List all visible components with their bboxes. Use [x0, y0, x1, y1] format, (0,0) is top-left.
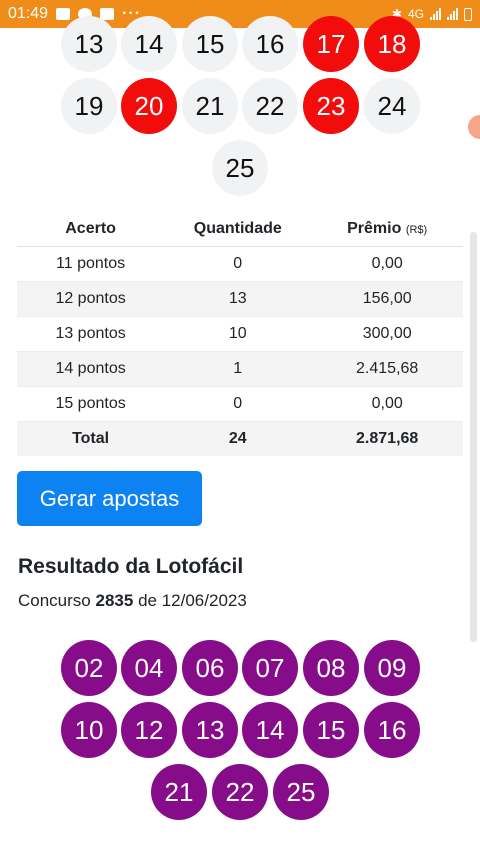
drawn-number-ball: 20	[121, 78, 177, 134]
table-row: 15 pontos 0 0,00	[17, 386, 463, 422]
result-title: Resultado da Lotofácil	[18, 555, 244, 578]
drawn-number-ball: 17	[303, 16, 359, 72]
number-ball: 14	[121, 16, 177, 72]
cell-acerto: 15 pontos	[17, 386, 165, 422]
cell-quantidade: 0	[164, 386, 312, 422]
scrollbar[interactable]	[470, 232, 477, 642]
drawn-number-ball: 23	[303, 78, 359, 134]
number-ball: 24	[364, 78, 420, 134]
number-ball: 15	[182, 16, 238, 72]
table-row: 12 pontos 13 156,00	[17, 281, 463, 317]
result-number-ball: 25	[273, 764, 329, 820]
header-quantidade: Quantidade	[164, 212, 312, 247]
battery-icon	[464, 7, 472, 21]
floating-bubble[interactable]	[468, 115, 480, 139]
generate-bets-button[interactable]: Gerar apostas	[17, 471, 202, 526]
gallery-icon	[100, 8, 115, 20]
contest-number: 2835	[95, 591, 134, 610]
video-camera-icon	[56, 8, 71, 20]
total-premio: 2.871,68	[311, 421, 463, 456]
header-premio: Prêmio (R$)	[311, 212, 463, 247]
table-header-row: Acerto Quantidade Prêmio (R$)	[17, 212, 463, 247]
cell-quantidade: 13	[164, 281, 312, 317]
result-number-ball: 14	[242, 702, 298, 758]
result-number-ball: 04	[121, 640, 177, 696]
header-premio-unit: (R$)	[405, 224, 428, 236]
number-ball: 19	[61, 78, 117, 134]
prize-table: Acerto Quantidade Prêmio (R$) 11 pontos …	[17, 212, 463, 456]
total-quantidade: 24	[164, 421, 312, 456]
table-row: 11 pontos 0 0,00	[17, 246, 463, 282]
table-total-row: Total 24 2.871,68	[17, 421, 463, 456]
result-number-ball: 08	[303, 640, 359, 696]
result-number-ball: 02	[61, 640, 117, 696]
result-number-ball: 15	[303, 702, 359, 758]
number-ball: 16	[242, 16, 298, 72]
cell-acerto: 12 pontos	[17, 281, 165, 317]
header-acerto: Acerto	[17, 212, 165, 247]
table-row: 13 pontos 10 300,00	[17, 316, 463, 352]
cell-premio: 156,00	[311, 281, 463, 317]
number-ball: 22	[242, 78, 298, 134]
contest-prefix: Concurso	[18, 591, 91, 610]
number-ball: 21	[182, 78, 238, 134]
result-number-ball: 22	[212, 764, 268, 820]
cell-quantidade: 1	[164, 351, 312, 387]
contest-line: Concurso 2835 de 12/06/2023	[18, 591, 247, 611]
drawn-number-ball: 18	[364, 16, 420, 72]
cell-acerto: 11 pontos	[17, 246, 165, 282]
total-label: Total	[17, 421, 165, 456]
date-prefix: de	[138, 591, 157, 610]
cell-premio: 2.415,68	[311, 351, 463, 387]
status-time: 01:49	[8, 5, 49, 22]
result-number-ball: 16	[364, 702, 420, 758]
signal-icon-2	[447, 8, 458, 20]
contest-date: 12/06/2023	[161, 591, 247, 610]
cell-premio: 0,00	[311, 386, 463, 422]
cell-quantidade: 0	[164, 246, 312, 282]
signal-icon	[430, 8, 441, 20]
cell-acerto: 14 pontos	[17, 351, 165, 387]
cell-premio: 300,00	[311, 316, 463, 352]
header-premio-label: Prêmio	[347, 220, 402, 237]
table-row: 14 pontos 1 2.415,68	[17, 351, 463, 387]
cell-acerto: 13 pontos	[17, 316, 165, 352]
result-number-ball: 07	[242, 640, 298, 696]
result-number-ball: 13	[182, 702, 238, 758]
result-number-ball: 10	[61, 702, 117, 758]
result-number-ball: 09	[364, 640, 420, 696]
result-number-ball: 12	[121, 702, 177, 758]
result-number-ball: 21	[151, 764, 207, 820]
number-ball: 25	[212, 140, 268, 196]
result-number-ball: 06	[182, 640, 238, 696]
number-ball: 13	[61, 16, 117, 72]
cell-premio: 0,00	[311, 246, 463, 282]
cell-quantidade: 10	[164, 316, 312, 352]
network-type: 4G	[407, 7, 424, 21]
